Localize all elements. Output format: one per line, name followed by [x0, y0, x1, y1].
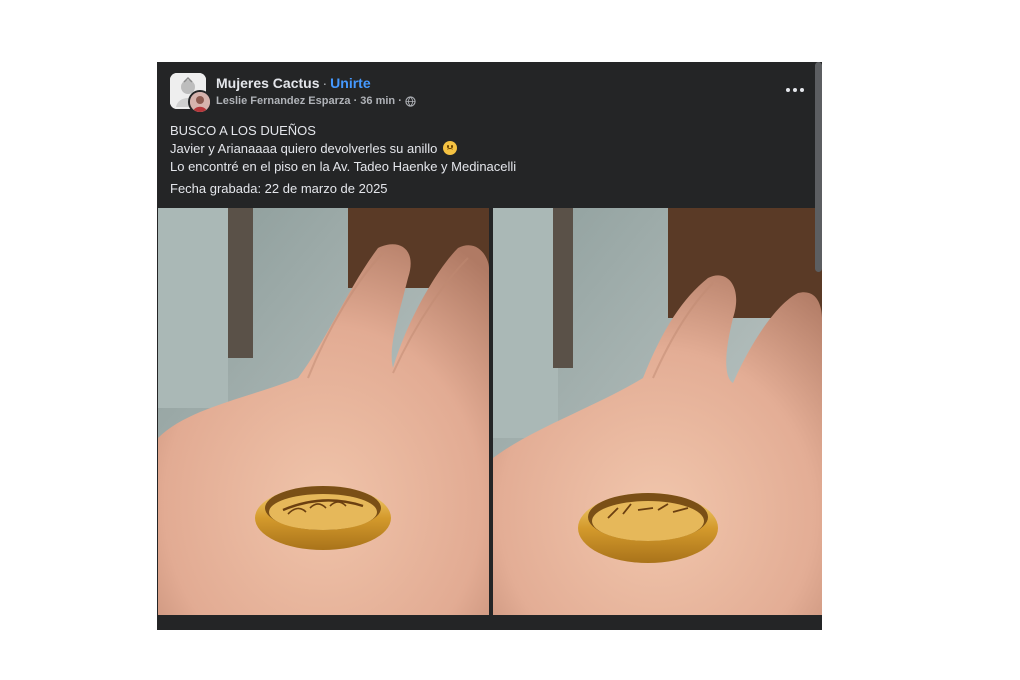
post-header: Mujeres Cactus · Unirte Leslie Fernandez E…: [157, 62, 822, 120]
globe-icon: [405, 95, 416, 107]
join-group-link[interactable]: Unirte: [330, 75, 370, 91]
post-line-2: Javier y Arianaaaa quiero devolverles su…: [170, 141, 438, 156]
author-avatar[interactable]: [188, 90, 212, 114]
author-name-link[interactable]: Leslie Fernandez Esparza: [216, 95, 351, 107]
group-post-card: Mujeres Cactus · Unirte Leslie Fernandez E…: [157, 62, 822, 630]
post-timestamp[interactable]: 36 min: [360, 95, 395, 107]
post-line-2-wrap: Javier y Arianaaaa quiero devolverles su…: [170, 140, 516, 158]
post-footer-strip: [157, 615, 822, 630]
post-line-3: Lo encontré en el piso en la Av. Tadeo H…: [170, 159, 517, 174]
ring-photo-inner-date[interactable]: [493, 208, 822, 615]
more-options-icon[interactable]: [781, 80, 809, 100]
post-title-line: Mujeres Cactus · Unirte: [216, 75, 371, 91]
post-date-line: Fecha grabada: 22 de marzo de 2025: [170, 181, 388, 196]
post-meta-line: Leslie Fernandez Esparza · 36 min ·: [216, 95, 416, 107]
group-name-link[interactable]: Mujeres Cactus: [216, 75, 319, 91]
sad-face-emoji-icon: [443, 141, 458, 155]
meta-separator-2: ·: [398, 95, 402, 108]
title-separator: ·: [322, 75, 328, 91]
post-line-1: BUSCO A LOS DUEÑOS: [170, 123, 316, 138]
post-body: BUSCO A LOS DUEÑOS Javier y Arianaaaa qu…: [170, 122, 516, 176]
feed-scrollbar[interactable]: [815, 62, 822, 272]
meta-separator-1: ·: [353, 95, 358, 108]
ring-photo-inner-names[interactable]: [158, 208, 489, 615]
